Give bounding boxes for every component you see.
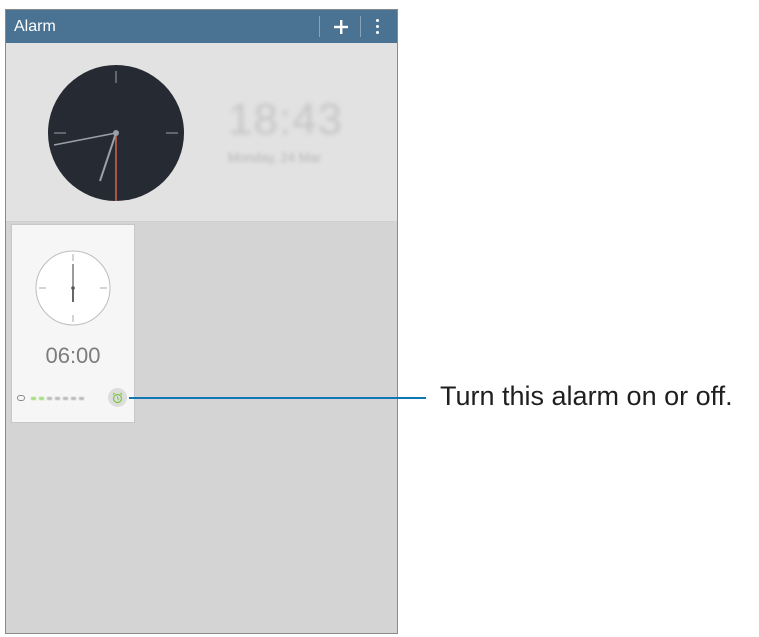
alarm-clock-face xyxy=(35,250,111,326)
add-alarm-button[interactable] xyxy=(326,10,356,43)
app-title: Alarm xyxy=(14,18,56,35)
alarm-time: 06:00 xyxy=(45,343,101,368)
plus-icon xyxy=(334,19,348,34)
more-vertical-icon xyxy=(375,19,379,34)
repeat-icon xyxy=(17,395,25,401)
weekday-indicators xyxy=(31,396,84,400)
action-separator xyxy=(319,16,320,37)
alarm-toggle-button[interactable] xyxy=(108,388,127,407)
alarm-app-screen: Alarm 18:43 Monday, 24 Mar 06:00 xyxy=(5,9,398,634)
callout-label: Turn this alarm on or off. xyxy=(440,381,733,411)
date-label: Monday, 24 Mar xyxy=(228,150,321,165)
more-options-button[interactable] xyxy=(364,10,390,43)
alarm-card[interactable]: 06:00 xyxy=(11,224,135,423)
action-separator xyxy=(360,16,361,37)
digital-time: 18:43 xyxy=(228,95,344,144)
alarm-clock-icon xyxy=(112,392,123,403)
callout-line xyxy=(129,397,426,399)
analog-clock xyxy=(48,65,184,201)
repeat-days-row xyxy=(17,393,84,403)
action-bar: Alarm xyxy=(6,10,397,43)
world-clock-panel: 18:43 Monday, 24 Mar xyxy=(6,43,397,222)
